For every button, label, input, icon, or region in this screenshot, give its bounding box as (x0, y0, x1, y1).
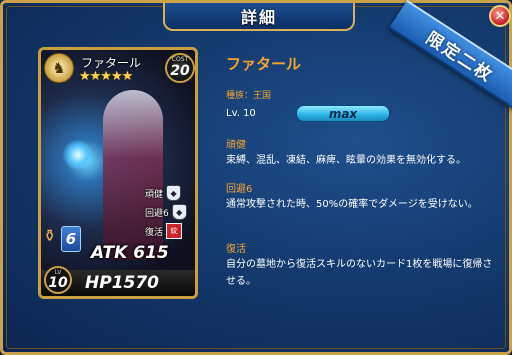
atk-stat: ATK 615 (91, 243, 169, 263)
window-title: 詳細 (240, 8, 277, 27)
race-label: 種族：王国 (226, 91, 272, 101)
ability-name: 復活 (226, 244, 246, 255)
hp-stat: HP1570 (85, 273, 159, 293)
level-label: Lv. 10 (226, 108, 256, 119)
ability-name: 回避6 (226, 184, 253, 195)
card-skill-label: 復活 (145, 227, 164, 238)
card-skill-label: 頑健 (145, 189, 164, 200)
ability-description: 束縛、混乱、凍結、麻痺、眩暈の効果を無効化する。 (226, 155, 466, 166)
shield-icon: ◆ (166, 185, 182, 201)
hp-value: 1570 (111, 273, 160, 293)
shield-icon: ◆ (171, 204, 187, 220)
card-skill-3: 復活 紋 (145, 223, 183, 239)
level-badge-value: 10 (48, 275, 68, 291)
ability-description: 通常攻撃された時、50%の確率でダメージを受けない。 (226, 199, 478, 210)
ability-name: 頑健 (226, 140, 246, 151)
potion-icon: ⚱ (43, 226, 57, 245)
tier-badge: 6 (61, 226, 81, 252)
ability-description: 自分の墓地から復活スキルのないカード1枚を戦場に復帰させる。 (226, 259, 493, 287)
close-icon: ✕ (494, 8, 506, 24)
atk-label: ATK (91, 243, 128, 263)
card-skill-1: 頑健 ◆ (145, 185, 182, 201)
rarity-stars: ★★★★★ (79, 69, 133, 84)
revive-icon: 紋 (166, 223, 183, 239)
close-button[interactable]: ✕ (489, 5, 511, 27)
card-skill-2: 回避6 ◆ (145, 204, 187, 220)
card-skill-label: 回避6 (145, 208, 169, 219)
max-level-bar: max (296, 105, 390, 122)
level-badge: LV 10 (44, 266, 72, 294)
cost-label: COST (171, 56, 189, 63)
hp-label: HP (85, 273, 112, 293)
magic-orb (63, 140, 93, 170)
faction-emblem-icon: ♞ (44, 53, 74, 83)
character-card: ♞ ファタール ★★★★★ COST 20 頑健 ◆ 回避6 ◆ 復活 紋 ⚱ … (38, 47, 198, 299)
atk-value: 615 (133, 243, 169, 263)
title-bar: 詳細 (163, 3, 355, 31)
cost-badge: COST 20 (165, 53, 195, 83)
cost-value: 20 (170, 63, 190, 79)
character-name: ファタール (226, 55, 302, 73)
